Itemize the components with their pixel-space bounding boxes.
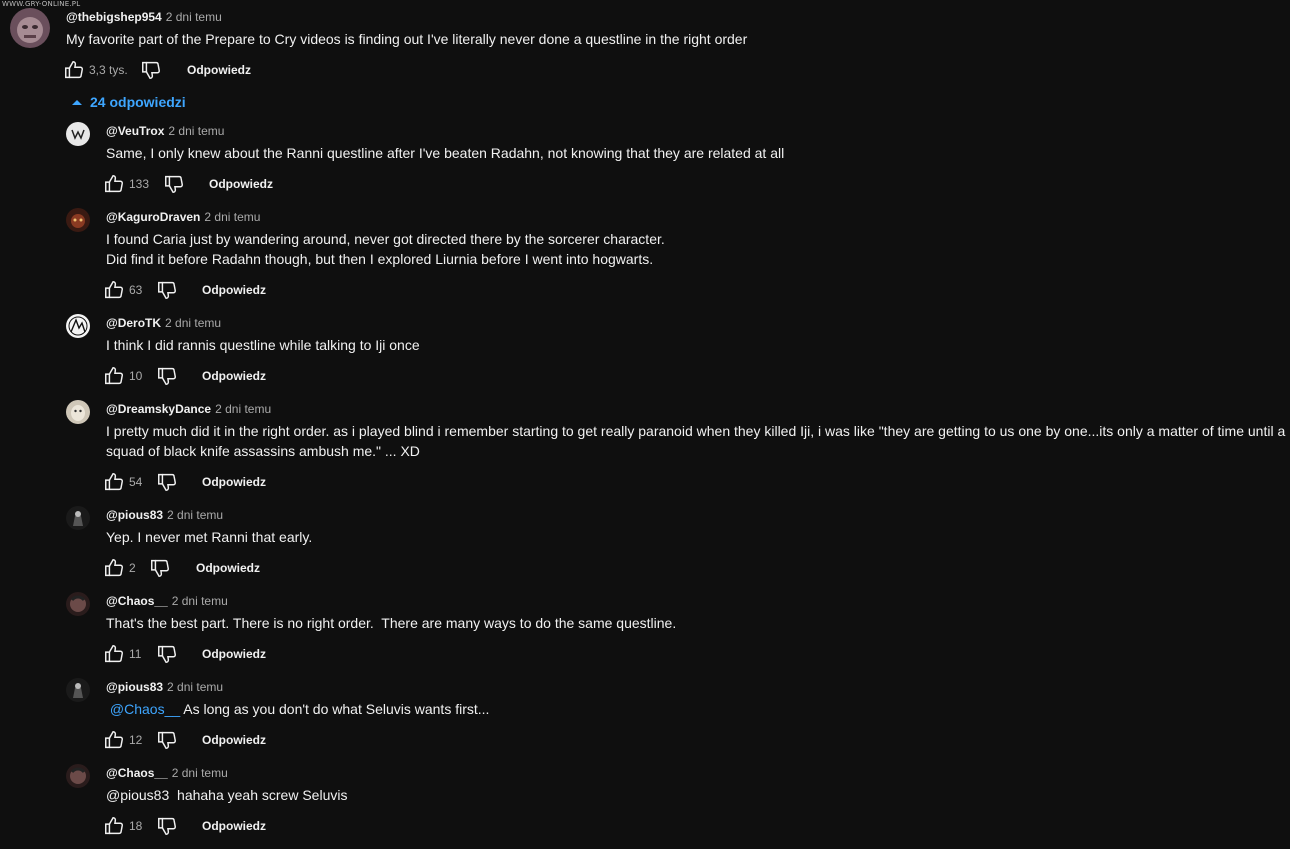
dislike-button[interactable] xyxy=(163,173,185,195)
reply-button[interactable]: Odpowiedz xyxy=(202,475,266,489)
author-name[interactable]: @Chaos__ xyxy=(106,594,168,608)
thumbs-down-icon xyxy=(165,175,183,193)
thumbs-down-icon xyxy=(158,817,176,835)
comment-text: I think I did rannis questline while tal… xyxy=(106,337,420,353)
avatar[interactable] xyxy=(66,208,90,232)
comment-time[interactable]: 2 dni temu xyxy=(165,316,221,330)
replies-count-label: 24 odpowiedzi xyxy=(90,94,186,110)
like-count: 3,3 tys. xyxy=(89,63,128,77)
like-count: 63 xyxy=(129,283,143,297)
reply-button[interactable]: Odpowiedz xyxy=(202,819,266,833)
author-name[interactable]: @KaguroDraven xyxy=(106,210,200,224)
like-button[interactable] xyxy=(63,59,85,81)
like-button[interactable] xyxy=(103,173,125,195)
like-button[interactable] xyxy=(103,729,125,751)
thumbs-down-icon xyxy=(158,281,176,299)
reply-button[interactable]: Odpowiedz xyxy=(202,647,266,661)
author-name[interactable]: @VeuTrox xyxy=(106,124,164,138)
avatar[interactable] xyxy=(66,314,90,338)
avatar[interactable] xyxy=(66,506,90,530)
thumbs-up-icon xyxy=(105,559,123,577)
comment-text: Yep. I never met Ranni that early. xyxy=(106,529,313,545)
like-count: 2 xyxy=(129,561,136,575)
comment-text: I pretty much did it in the right order.… xyxy=(106,423,1286,439)
avatar[interactable] xyxy=(10,8,50,48)
comment-text: Did find it before Radahn though, but th… xyxy=(106,251,654,267)
comment-time[interactable]: 2 dni temu xyxy=(172,766,228,780)
thumbs-up-icon xyxy=(65,61,83,79)
dislike-button[interactable] xyxy=(140,59,162,81)
like-button[interactable] xyxy=(103,643,125,665)
reply-button[interactable]: Odpowiedz xyxy=(202,283,266,297)
dislike-button[interactable] xyxy=(156,643,178,665)
comment-text: That's the best part. There is no right … xyxy=(106,615,677,631)
thumbs-down-icon xyxy=(158,731,176,749)
author-name[interactable]: @thebigshep954 xyxy=(66,10,162,24)
like-count: 133 xyxy=(129,177,150,191)
avatar[interactable] xyxy=(66,764,90,788)
comment-time[interactable]: 2 dni temu xyxy=(172,594,228,608)
comment-time[interactable]: 2 dni temu xyxy=(166,10,222,24)
thumbs-up-icon xyxy=(105,281,123,299)
comment-time[interactable]: 2 dni temu xyxy=(215,402,271,416)
like-button[interactable] xyxy=(103,471,125,493)
site-watermark: WWW.GRY-ONLINE.PL xyxy=(2,0,81,8)
like-button[interactable] xyxy=(103,557,125,579)
dislike-button[interactable] xyxy=(156,279,178,301)
comment-text: Same, I only knew about the Ranni questl… xyxy=(106,145,785,161)
thumbs-down-icon xyxy=(158,645,176,663)
thumbs-up-icon xyxy=(105,367,123,385)
thumbs-down-icon xyxy=(142,61,160,79)
author-name[interactable]: @pious83 xyxy=(106,680,163,694)
like-button[interactable] xyxy=(103,815,125,837)
comment-time[interactable]: 2 dni temu xyxy=(204,210,260,224)
reply-button[interactable]: Odpowiedz xyxy=(202,733,266,747)
dislike-button[interactable] xyxy=(156,729,178,751)
reply-button[interactable]: Odpowiedz xyxy=(196,561,260,575)
thumbs-down-icon xyxy=(158,473,176,491)
author-name[interactable]: @pious83 xyxy=(106,508,163,522)
avatar[interactable] xyxy=(66,678,90,702)
dislike-button[interactable] xyxy=(156,815,178,837)
thumbs-up-icon xyxy=(105,817,123,835)
comment-text: I found Caria just by wandering around, … xyxy=(106,231,665,247)
avatar[interactable] xyxy=(66,400,90,424)
thumbs-up-icon xyxy=(105,175,123,193)
comment-time[interactable]: 2 dni temu xyxy=(168,124,224,138)
author-name[interactable]: @DreamskyDance xyxy=(106,402,211,416)
avatar[interactable] xyxy=(66,122,90,146)
comment-text: squad of black knife assassins ambush me… xyxy=(106,443,420,459)
comment-time[interactable]: 2 dni temu xyxy=(167,680,223,694)
comment-text: @Chaos__ As long as you don't do what Se… xyxy=(106,699,490,719)
like-count: 11 xyxy=(129,647,142,661)
like-count: 54 xyxy=(129,475,143,489)
like-button[interactable] xyxy=(103,279,125,301)
comment-time[interactable]: 2 dni temu xyxy=(167,508,223,522)
thumbs-down-icon xyxy=(151,559,169,577)
reply-button[interactable]: Odpowiedz xyxy=(187,63,251,77)
thumbs-up-icon xyxy=(105,473,123,491)
mention-link[interactable]: @Chaos__ xyxy=(110,701,180,717)
comment-text: @pious83 hahaha yeah screw Seluvis xyxy=(106,787,348,803)
reply-button[interactable]: Odpowiedz xyxy=(202,369,266,383)
like-button[interactable] xyxy=(103,365,125,387)
comment-text: My favorite part of the Prepare to Cry v… xyxy=(66,31,748,47)
reply-button[interactable]: Odpowiedz xyxy=(209,177,273,191)
dislike-button[interactable] xyxy=(156,365,178,387)
author-name[interactable]: @Chaos__ xyxy=(106,766,168,780)
comment-text-body: As long as you don't do what Seluvis wan… xyxy=(180,701,490,717)
avatar[interactable] xyxy=(66,592,90,616)
thumbs-down-icon xyxy=(158,367,176,385)
author-name[interactable]: @DeroTK xyxy=(106,316,161,330)
replies-toggle-button[interactable]: 24 odpowiedzi xyxy=(68,94,186,114)
dislike-button[interactable] xyxy=(156,471,178,493)
like-count: 10 xyxy=(129,369,143,383)
like-count: 18 xyxy=(129,819,143,833)
thumbs-up-icon xyxy=(105,731,123,749)
thumbs-up-icon xyxy=(105,645,123,663)
caret-up-icon xyxy=(72,100,82,105)
dislike-button[interactable] xyxy=(149,557,171,579)
like-count: 12 xyxy=(129,733,143,747)
